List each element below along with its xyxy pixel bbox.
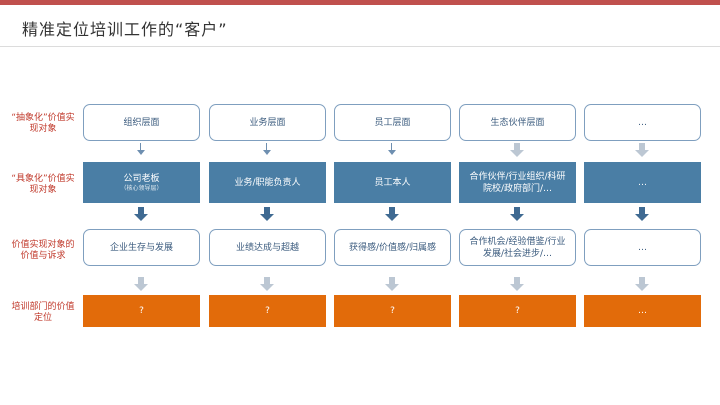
row-label: 培训部门的价值定位 [11, 302, 75, 323]
box-label: … [638, 242, 647, 253]
box-sublabel: （核心领导层） [120, 184, 163, 192]
arrow-head [510, 214, 524, 221]
box-label: … [638, 117, 647, 128]
diagram-box: 企业生存与发展 [83, 229, 200, 266]
arrow-head [388, 150, 396, 155]
arrow-shaft [389, 277, 395, 284]
arrow-head [635, 150, 649, 157]
top-accent-bar [0, 0, 720, 5]
down-arrow-icon [134, 277, 148, 291]
box-label: ? [515, 306, 520, 316]
title-divider [0, 46, 720, 47]
arrow-head [263, 150, 271, 155]
box-label: 员工层面 [374, 117, 411, 128]
down-arrow-icon [635, 277, 649, 291]
down-arrow-icon [385, 207, 399, 221]
arrow-head [137, 150, 145, 155]
box-label: 员工本人 [374, 177, 411, 188]
box-label: … [638, 306, 647, 316]
arrow-shaft [514, 143, 520, 150]
down-arrow-icon [136, 143, 146, 155]
diagram-box: ? [459, 295, 576, 327]
box-label: ? [265, 306, 270, 316]
box-label: 组织层面 [123, 117, 160, 128]
down-arrow-icon [635, 207, 649, 221]
arrow-shaft [264, 207, 270, 214]
arrow-head [134, 284, 148, 291]
diagram-box: ? [83, 295, 200, 327]
diagram-box: ? [209, 295, 326, 327]
arrow-shaft [639, 277, 645, 284]
diagram-box: … [584, 162, 701, 203]
arrow-shaft [138, 207, 144, 214]
diagram-box: … [584, 295, 701, 327]
page-title: 精准定位培训工作的“客户” [22, 20, 228, 39]
box-label: 获得感/价值感/归属感 [348, 242, 437, 253]
down-arrow-icon [260, 277, 274, 291]
box-label: 生态伙伴层面 [490, 117, 545, 128]
diagram-box: 公司老板 （核心领导层） [83, 162, 200, 203]
down-arrow-icon [635, 143, 649, 157]
diagram-box: 员工本人 [334, 162, 451, 203]
box-label: 业务层面 [249, 117, 286, 128]
arrow-shaft [138, 277, 144, 284]
diagram-box: 业务/职能负责人 [209, 162, 326, 203]
down-arrow-icon [385, 277, 399, 291]
diagram-box: 获得感/价值感/归属感 [334, 229, 451, 266]
arrow-head [510, 150, 524, 157]
diagram-box: 业务层面 [209, 104, 326, 141]
arrow-shaft [639, 207, 645, 214]
row-label: “抽象化”价值实现对象 [11, 113, 75, 134]
arrow-head [260, 214, 274, 221]
down-arrow-icon [262, 143, 272, 155]
arrow-head [385, 284, 399, 291]
box-label: ? [139, 306, 144, 316]
arrow-head [385, 214, 399, 221]
arrow-head [635, 284, 649, 291]
arrow-shaft [514, 207, 520, 214]
arrow-head [260, 284, 274, 291]
diagram-box: … [584, 104, 701, 141]
box-label: ? [390, 306, 395, 316]
diagram-box: 员工层面 [334, 104, 451, 141]
diagram-box: 生态伙伴层面 [459, 104, 576, 141]
arrow-shaft [389, 207, 395, 214]
box-label: … [638, 177, 647, 188]
box-label: 企业生存与发展 [109, 242, 173, 253]
arrow-head [635, 214, 649, 221]
diagram-box: … [584, 229, 701, 266]
box-label: 公司老板 [123, 173, 160, 184]
down-arrow-icon [134, 207, 148, 221]
arrow-shaft [264, 277, 270, 284]
diagram-box: 合作伙伴/行业组织/科研院校/政府部门/… [459, 162, 576, 203]
down-arrow-icon [510, 143, 524, 157]
arrow-shaft [639, 143, 645, 150]
box-label: 合作机会/经验借鉴/行业发展/社会进步/… [469, 236, 566, 259]
row-label: 价值实现对象的价值与诉求 [11, 240, 75, 261]
box-label: 业务/职能负责人 [234, 177, 301, 188]
diagram-box: 合作机会/经验借鉴/行业发展/社会进步/… [459, 229, 576, 266]
arrow-head [134, 214, 148, 221]
row-label: “具象化”价值实现对象 [11, 174, 75, 195]
box-label: 业绩达成与超越 [235, 242, 299, 253]
diagram-box: 组织层面 [83, 104, 200, 141]
arrow-head [510, 284, 524, 291]
down-arrow-icon [510, 207, 524, 221]
diagram-box: ? [334, 295, 451, 327]
diagram-box: 业绩达成与超越 [209, 229, 326, 266]
arrow-shaft [514, 277, 520, 284]
down-arrow-icon [510, 277, 524, 291]
box-label: 合作伙伴/行业组织/科研院校/政府部门/… [469, 171, 566, 194]
down-arrow-icon [387, 143, 397, 155]
down-arrow-icon [260, 207, 274, 221]
